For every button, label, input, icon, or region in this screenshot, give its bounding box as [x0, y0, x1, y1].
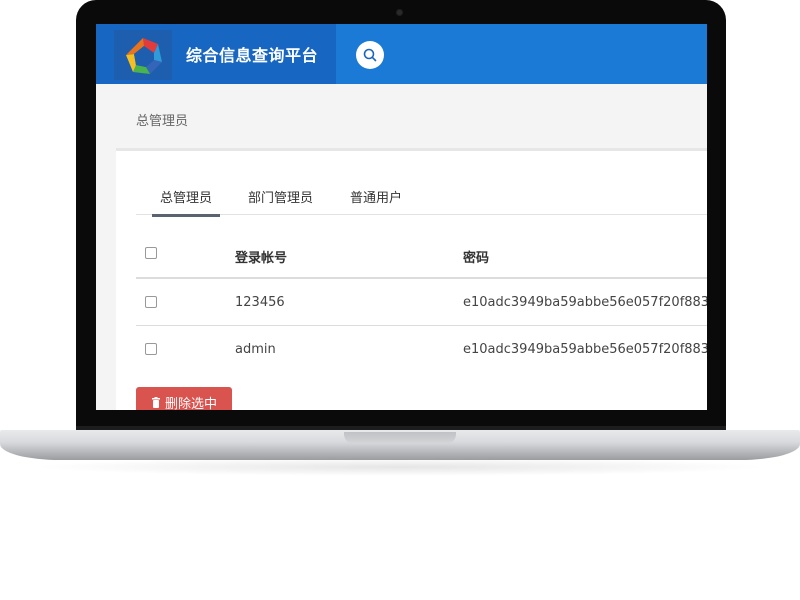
table-row: 123456 e10adc3949ba59abbe56e057f20f883e: [136, 279, 707, 326]
screen: 综合信息查询平台 总管理员 总管理员 部门管理员 普通用户 登录帐号 密码 12…: [96, 24, 707, 410]
column-header-account: 登录帐号: [235, 251, 288, 266]
logo-icon: [114, 30, 172, 80]
trash-icon: [151, 396, 160, 408]
password-cell: e10adc3949ba59abbe56e057f20f883e: [463, 342, 707, 357]
app-title: 综合信息查询平台: [186, 46, 319, 65]
account-cell: admin: [235, 342, 276, 357]
tab-super-admin[interactable]: 总管理员: [151, 187, 221, 217]
brand-area: 综合信息查询平台: [96, 24, 336, 84]
laptop-notch: [344, 432, 456, 444]
delete-selected-label: 删除选中: [164, 395, 217, 411]
breadcrumb: 总管理员: [136, 114, 189, 129]
select-all-checkbox[interactable]: [145, 247, 157, 259]
tab-normal-user[interactable]: 普通用户: [350, 187, 402, 206]
password-cell: e10adc3949ba59abbe56e057f20f883e: [463, 295, 707, 310]
tab-dept-admin[interactable]: 部门管理员: [248, 187, 313, 206]
app-header: 综合信息查询平台: [96, 24, 707, 84]
content-card: 总管理员 部门管理员 普通用户 登录帐号 密码 123456 e10adc394…: [116, 148, 707, 410]
search-button[interactable]: [356, 41, 384, 69]
camera-icon: [396, 9, 403, 16]
account-table: 登录帐号 密码 123456 e10adc3949ba59abbe56e057f…: [136, 231, 707, 373]
account-cell: 123456: [235, 295, 285, 310]
row-checkbox[interactable]: [145, 296, 157, 308]
table-header-row: 登录帐号 密码: [136, 231, 707, 279]
delete-selected-button[interactable]: 删除选中: [136, 387, 232, 410]
search-icon: [363, 48, 377, 62]
column-header-password: 密码: [463, 251, 490, 266]
laptop-shadow: [30, 458, 770, 476]
tab-bar: 总管理员 部门管理员 普通用户: [136, 179, 707, 217]
row-checkbox[interactable]: [145, 343, 157, 355]
table-row: admin e10adc3949ba59abbe56e057f20f883e: [136, 326, 707, 373]
